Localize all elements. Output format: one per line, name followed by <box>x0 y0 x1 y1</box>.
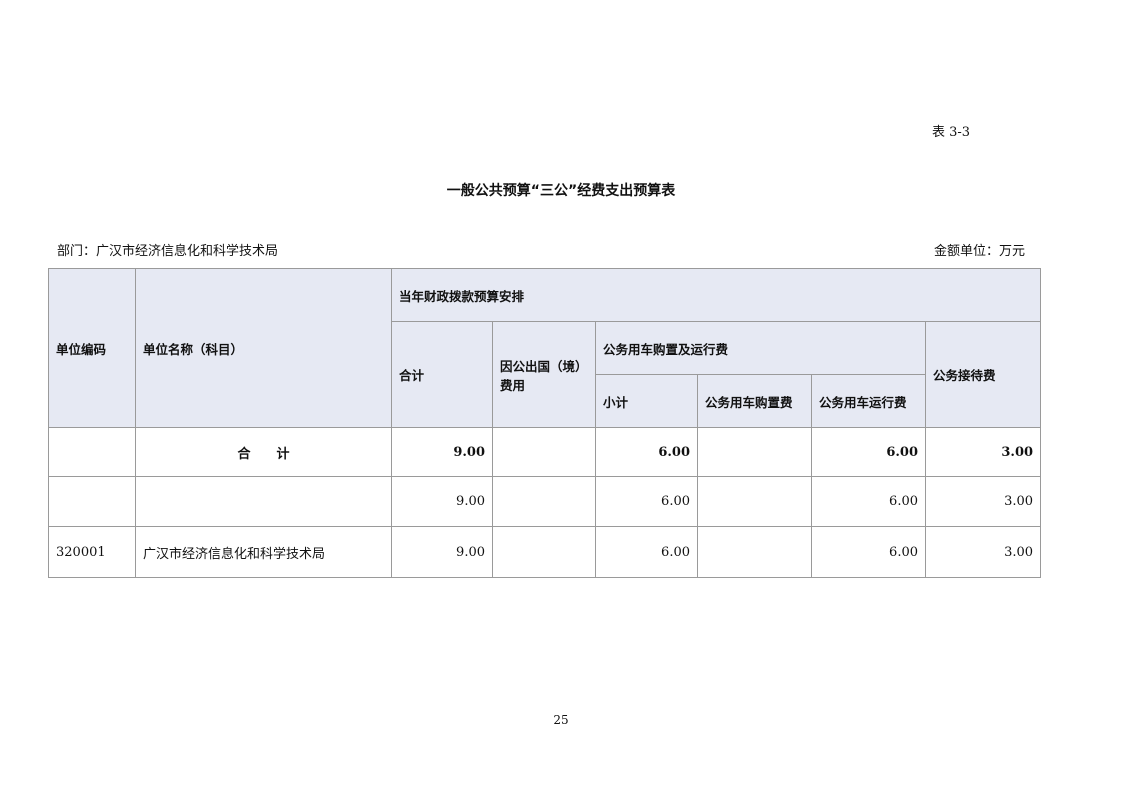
header-overseas: 因公出国（境）费用 <box>492 321 596 428</box>
cell-name: 合 计 <box>135 427 392 477</box>
cell-subtotal: 6.00 <box>595 526 698 578</box>
cell-subtotal: 6.00 <box>595 476 698 527</box>
page-number: 25 <box>553 713 569 727</box>
cell-reception: 3.00 <box>924 427 1042 477</box>
table-row: 9.00 6.00 6.00 3.00 <box>48 476 1042 527</box>
table-row: 320001 广汉市经济信息化和科学技术局 9.00 6.00 6.00 3.0… <box>48 526 1042 578</box>
cell-code <box>48 427 136 477</box>
department-label: 部门：广汉市经济信息化和科学技术局 <box>57 244 279 259</box>
cell-operation: 6.00 <box>811 427 926 477</box>
amount-unit-label: 金额单位：万元 <box>934 244 1026 259</box>
cell-total: 9.00 <box>391 476 493 527</box>
cell-overseas <box>492 476 596 527</box>
header-vehicle: 公务用车购置及运行费 <box>595 321 926 375</box>
cell-name: 广汉市经济信息化和科学技术局 <box>135 526 392 578</box>
cell-total: 9.00 <box>391 427 493 477</box>
header-unit-name: 单位名称（科目） <box>135 268 392 428</box>
cell-reception: 3.00 <box>924 476 1042 527</box>
cell-purchase <box>697 526 812 578</box>
header-vehicle-operation: 公务用车运行费 <box>811 374 926 428</box>
cell-name <box>135 476 392 527</box>
cell-purchase <box>697 427 812 477</box>
table-row: 合 计 9.00 6.00 6.00 3.00 <box>48 427 1042 477</box>
cell-operation: 6.00 <box>811 476 926 527</box>
header-reception: 公务接待费 <box>924 321 1042 428</box>
header-vehicle-purchase: 公务用车购置费 <box>697 374 812 428</box>
cell-subtotal: 6.00 <box>595 427 698 477</box>
page-title: 一般公共预算“三公”经费支出预算表 <box>446 183 676 199</box>
cell-overseas <box>492 526 596 578</box>
cell-code: 320001 <box>48 526 136 578</box>
cell-operation: 6.00 <box>811 526 926 578</box>
cell-total: 9.00 <box>391 526 493 578</box>
cell-code <box>48 476 136 527</box>
table-number: 表 3-3 <box>932 125 971 140</box>
cell-purchase <box>697 476 812 527</box>
cell-reception: 3.00 <box>924 526 1042 578</box>
header-current-year: 当年财政拨款预算安排 <box>390 268 1042 322</box>
budget-table: 单位编码 单位名称（科目） 当年财政拨款预算安排 合计 因公出国（境）费用 公务… <box>48 268 1042 578</box>
header-unit-code: 单位编码 <box>48 268 136 428</box>
header-subtotal: 小计 <box>595 374 698 428</box>
cell-overseas <box>492 427 596 477</box>
header-total: 合计 <box>391 321 493 428</box>
